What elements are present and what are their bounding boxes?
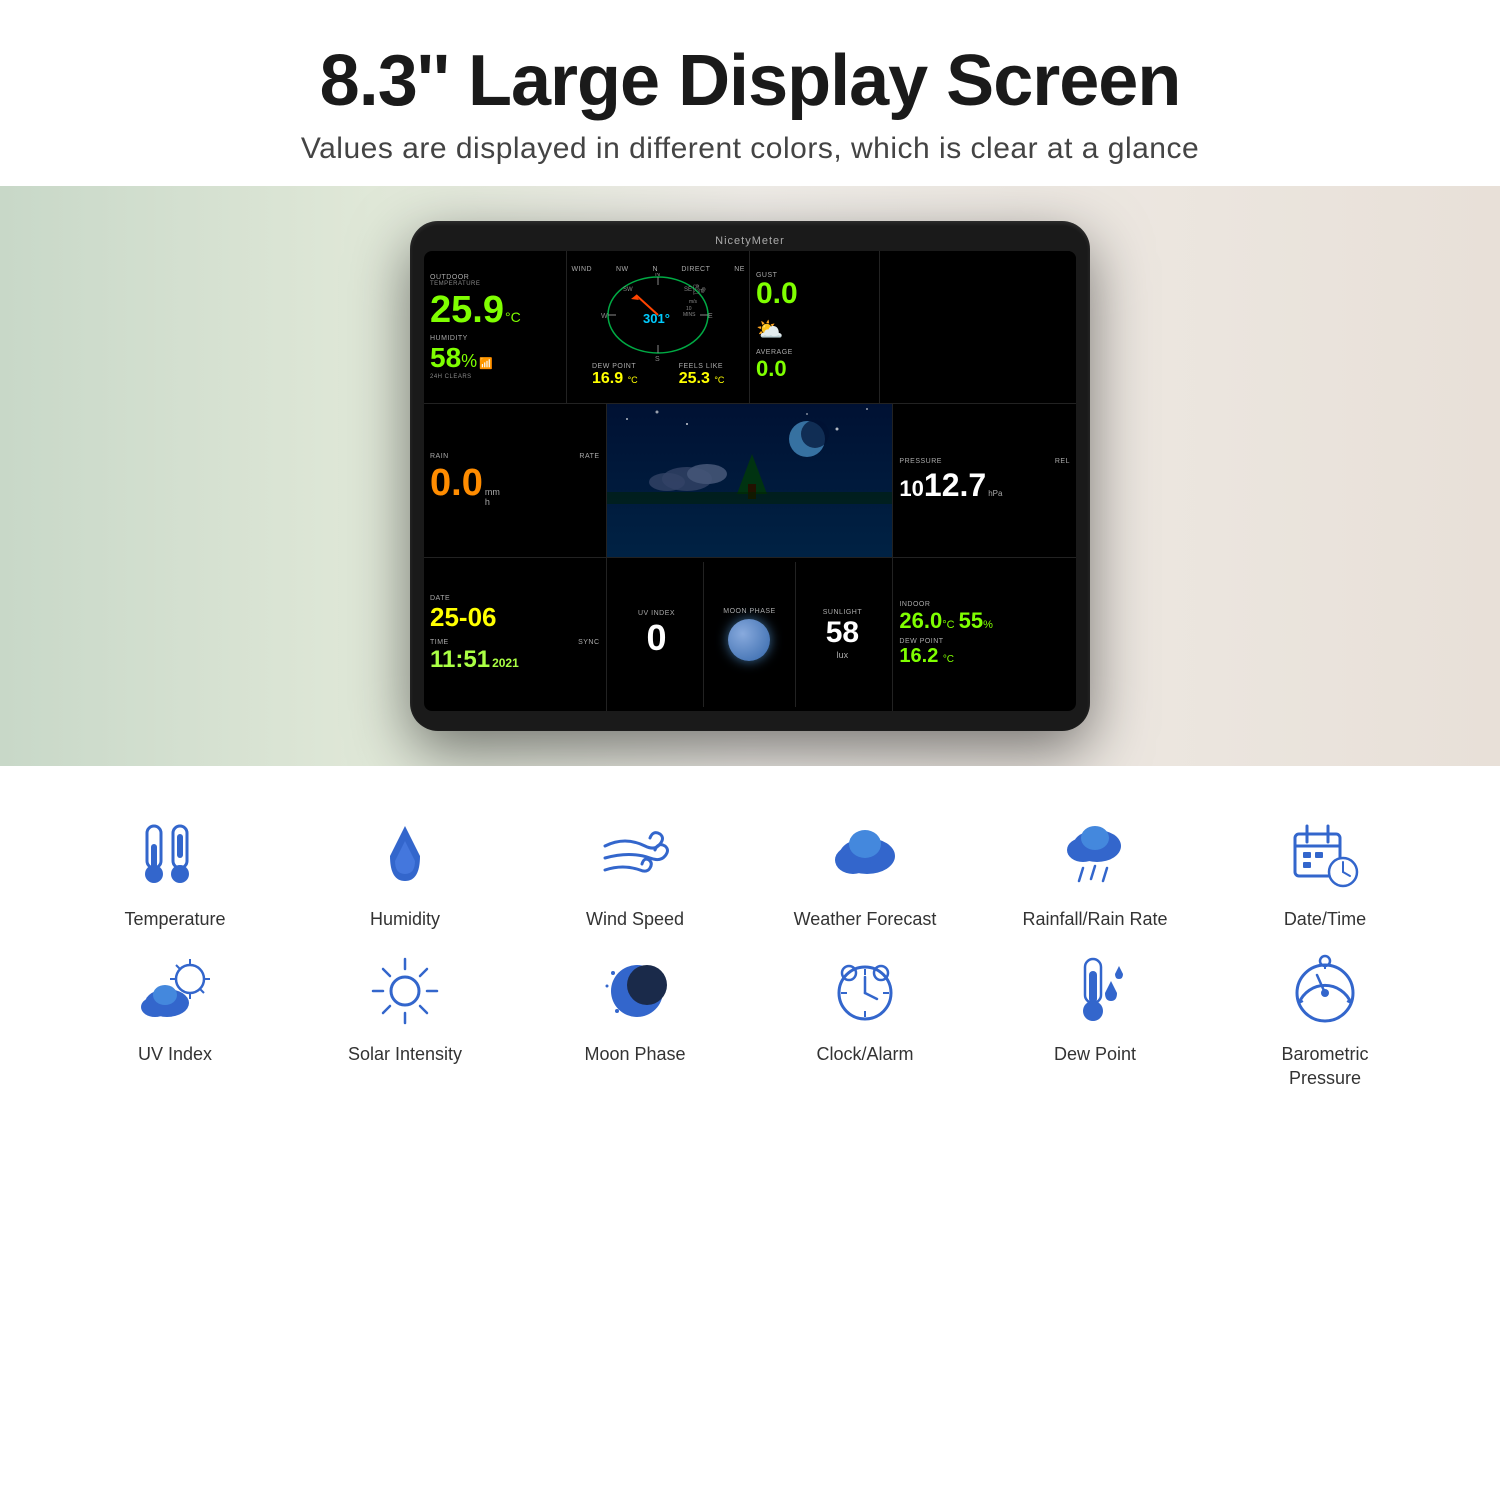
feature-rainfall: Rainfall/Rain Rate xyxy=(1015,816,1175,931)
outdoor-label: OUTDOOR xyxy=(430,274,560,281)
header: 8.3'' Large Display Screen Values are di… xyxy=(0,0,1500,186)
page-subtitle: Values are displayed in different colors… xyxy=(20,132,1480,166)
moon-phase-icon xyxy=(595,951,675,1031)
pressure-cell: PRESSURE REL 10 12.7 hPa xyxy=(893,404,1076,556)
screen-row-3: DATE 25-06 TIME SYNC 11:51 2021 xyxy=(424,558,1076,711)
weather-forecast-label: Weather Forecast xyxy=(794,908,937,931)
feature-clock-alarm: Clock/Alarm xyxy=(785,951,945,1090)
rain-cell: RAIN RATE 0.0 mmh xyxy=(424,404,607,556)
weather-scene-cell xyxy=(607,404,894,556)
svg-text:W: W xyxy=(601,313,608,320)
outdoor-temp-cell: OUTDOOR TEMPERATURE 25.9 °C HUMIDITY 58 xyxy=(424,251,567,403)
humidity-icon xyxy=(365,816,445,896)
outdoor-temp-unit: °C xyxy=(505,309,521,325)
rainfall-label: Rainfall/Rain Rate xyxy=(1022,908,1167,931)
dew-point-label: Dew Point xyxy=(1054,1043,1136,1066)
svg-text:MINS: MINS xyxy=(683,312,696,318)
indoor-cell: INDOOR 26.0 °C 55 % DEW POINT 16.2 °C xyxy=(893,558,1076,711)
weather-animation xyxy=(607,404,893,556)
svg-text:N: N xyxy=(655,273,660,278)
feature-barometric-pressure: Barometric Pressure xyxy=(1245,951,1405,1090)
svg-text:S: S xyxy=(655,356,660,363)
weather-station-device: NicetyMeter OUTDOOR TEMPERATURE 25.9 °C xyxy=(410,221,1090,731)
datetime-label: Date/Time xyxy=(1284,908,1366,931)
product-scene: NicetyMeter OUTDOOR TEMPERATURE 25.9 °C xyxy=(0,186,1500,766)
clock-alarm-icon xyxy=(825,951,905,1031)
screen-row-2: RAIN RATE 0.0 mmh xyxy=(424,404,1076,557)
night-sky xyxy=(607,404,893,556)
sunlight-section: SUNLIGHT 58 lux xyxy=(796,562,888,707)
feature-wind-speed: Wind Speed xyxy=(555,816,715,931)
datetime-cell: DATE 25-06 TIME SYNC 11:51 2021 xyxy=(424,558,607,711)
svg-text:SW: SW xyxy=(623,287,633,293)
page-title: 8.3'' Large Display Screen xyxy=(20,40,1480,122)
moon-phase-label: Moon Phase xyxy=(584,1043,685,1066)
solar-intensity-label: Solar Intensity xyxy=(348,1043,462,1066)
compass-display: N S W E SW SE 301° m/s xyxy=(571,273,745,363)
feature-dew-point: Dew Point xyxy=(1015,951,1175,1090)
moon-phase-icon xyxy=(728,619,770,661)
compass-svg: N S W E SW SE 301° m/s xyxy=(601,273,716,363)
screen-row-1: OUTDOOR TEMPERATURE 25.9 °C HUMIDITY 58 xyxy=(424,251,1076,404)
moon-phase-section: MOON PHASE xyxy=(704,562,797,707)
uv-index-icon xyxy=(135,951,215,1031)
feature-datetime: Date/Time xyxy=(1245,816,1405,931)
uv-moon-sunlight-cell: UV INDEX 0 MOON PHASE SUNLIGHT 58 lux xyxy=(607,558,894,711)
wind-labels: WIND NW N DIRECT NE xyxy=(571,266,745,273)
temperature-label: Temperature xyxy=(124,908,225,931)
wind-speed-icon xyxy=(595,816,675,896)
weather-forecast-icon xyxy=(825,816,905,896)
humidity-label: Humidity xyxy=(370,908,440,931)
uv-index-section: UV INDEX 0 xyxy=(611,562,704,707)
weather-icon: ⛅ xyxy=(756,317,783,342)
dew-point-icon xyxy=(1055,951,1135,1031)
svg-text:301°: 301° xyxy=(643,311,670,326)
wind-compass-cell: WIND NW N DIRECT NE xyxy=(567,251,750,403)
feature-temperature: Temperature xyxy=(95,816,255,931)
device-screen: OUTDOOR TEMPERATURE 25.9 °C HUMIDITY 58 xyxy=(424,251,1076,711)
barometric-pressure-icon xyxy=(1285,951,1365,1031)
temperature-icon xyxy=(135,816,215,896)
solar-intensity-icon xyxy=(365,951,445,1031)
dew-feels-row: DEW POINT 16.9 °C FEELS LIKE 25.3 °C xyxy=(571,363,745,388)
outdoor-temp-value: 25.9 °C xyxy=(430,291,560,329)
feature-humidity: Humidity xyxy=(325,816,485,931)
feature-weather-forecast: Weather Forecast xyxy=(785,816,945,931)
gust-cell: GUST 0.0 ⛅ AVERAGE 0.0 xyxy=(750,251,880,403)
uv-index-label: UV Index xyxy=(138,1043,212,1066)
wind-speed-label: Wind Speed xyxy=(586,908,684,931)
humidity-section: HUMIDITY 58 % 📶 24h CLEARS xyxy=(430,335,560,380)
feature-solar-intensity: Solar Intensity xyxy=(325,951,485,1090)
datetime-icon xyxy=(1285,816,1365,896)
spacer-cell xyxy=(880,251,1076,403)
barometric-pressure-label: Barometric Pressure xyxy=(1245,1043,1405,1090)
features-row-1: Temperature Humidity Wind Speed Weather … xyxy=(0,786,1500,941)
clock-alarm-label: Clock/Alarm xyxy=(816,1043,913,1066)
svg-text:SE: SE xyxy=(684,287,692,293)
features-row-2: UV Index Solar Intensity xyxy=(0,941,1500,1120)
rainfall-icon xyxy=(1055,816,1135,896)
svg-text:🌬: 🌬 xyxy=(693,284,706,296)
svg-text:E: E xyxy=(708,313,713,320)
temp-sublabel: TEMPERATURE xyxy=(430,281,560,287)
brand-label: NicetyMeter xyxy=(424,235,1076,247)
svg-text:m/s: m/s xyxy=(689,299,698,305)
feature-uv-index: UV Index xyxy=(95,951,255,1090)
feature-moon-phase: Moon Phase xyxy=(555,951,715,1090)
